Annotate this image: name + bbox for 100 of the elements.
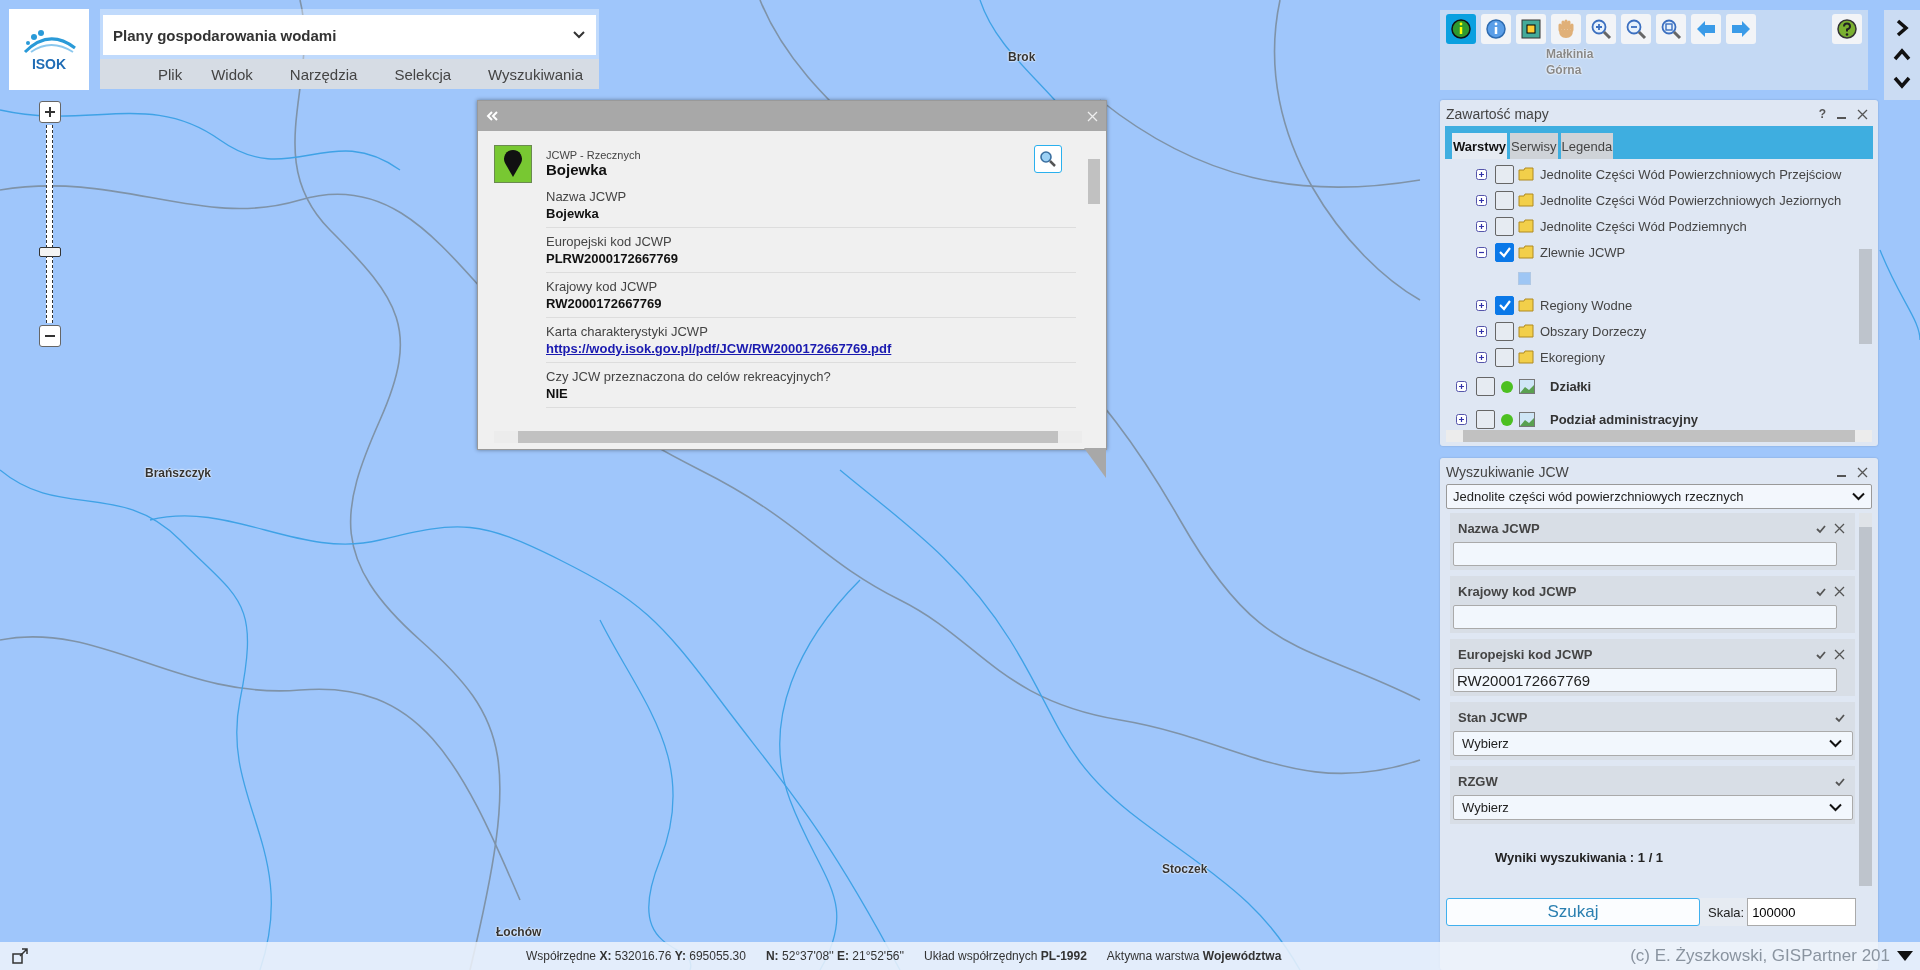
expand-icon[interactable]	[1476, 168, 1487, 180]
attribute-label: Czy JCW przeznaczona do celów rekreacyjnych?	[546, 369, 832, 384]
zoom-out-button[interactable]	[39, 325, 61, 347]
layer-checkbox[interactable]	[1476, 377, 1495, 396]
clear-icon[interactable]	[1834, 523, 1845, 534]
close-icon[interactable]	[1857, 466, 1868, 478]
layer-name[interactable]: Jednolite Części Wód Podziemnych	[1540, 218, 1747, 234]
popup-pointer	[1084, 448, 1106, 478]
folder-icon	[1518, 350, 1534, 364]
expand-icon[interactable]	[1476, 325, 1487, 337]
checkmark-icon	[1497, 298, 1512, 312]
help-button[interactable]	[1832, 14, 1862, 44]
layer-name[interactable]: Obszary Dorzeczy	[1540, 323, 1647, 339]
field-label: Krajowy kod JCWP	[1458, 584, 1577, 599]
search-input-field[interactable]	[1453, 605, 1837, 629]
zoom-in-tool-button[interactable]	[1586, 14, 1616, 44]
vertical-scrollbar[interactable]	[1859, 513, 1872, 886]
search-input-field[interactable]: RW2000172667769	[1453, 668, 1837, 692]
expand-icon[interactable]	[1456, 381, 1467, 392]
feature-title: Bojewka	[546, 161, 608, 178]
select-field[interactable]: Wybierz	[1453, 731, 1853, 756]
layer-name[interactable]: Zlewnie JCWP	[1540, 244, 1626, 260]
scale-input-field[interactable]: 100000	[1747, 898, 1857, 926]
attribute-label: Karta charakterystyki JCWP	[546, 324, 709, 339]
menu-item[interactable]: Wyszukiwania	[478, 65, 594, 83]
town-label: Brok	[1008, 50, 1036, 64]
expand-icon[interactable]	[1476, 220, 1487, 232]
back-tool-button[interactable]	[1691, 14, 1721, 44]
town-label: Stoczek	[1162, 862, 1208, 876]
select-tool-button[interactable]	[1516, 14, 1546, 44]
attribute-value: RW2000172667769	[546, 296, 663, 311]
expand-icon[interactable]	[1456, 414, 1467, 425]
expand-corner-icon[interactable]	[12, 948, 28, 964]
expand-icon[interactable]	[1476, 351, 1487, 363]
status-text: Współrzędne X: 532016.76 Y: 695055.30	[526, 949, 746, 963]
status-text: Układ współrzędnych PL-1992	[924, 949, 1087, 963]
layer-checkbox[interactable]	[1495, 347, 1514, 367]
checkmark-icon[interactable]	[1835, 712, 1845, 723]
clear-icon[interactable]	[1834, 586, 1845, 597]
layer-name[interactable]: Działki	[1550, 379, 1592, 394]
layer-checkbox[interactable]	[1495, 242, 1514, 262]
field-label: RZGW	[1458, 774, 1498, 789]
attribute-value: NIE	[546, 386, 569, 401]
layer-checkbox[interactable]	[1495, 216, 1514, 236]
zoom-slider-handle[interactable]	[39, 247, 61, 257]
layer-checkbox[interactable]	[1495, 190, 1514, 210]
layer-name[interactable]: Podział administracyjny	[1550, 412, 1699, 427]
scale-label: Skala:	[1708, 904, 1745, 920]
horizontal-scrollbar[interactable]	[494, 431, 1082, 443]
collapse-icon[interactable]	[1476, 246, 1487, 258]
layer-name[interactable]: Ekoregiony	[1540, 349, 1606, 365]
checkmark-icon[interactable]	[1816, 649, 1826, 660]
status-text: N: 52°37'08'' E: 21°52'56''	[765, 949, 905, 963]
layer-checkbox[interactable]	[1495, 295, 1514, 315]
info-tool-button[interactable]	[1481, 14, 1511, 44]
zoom-slider-track[interactable]	[39, 125, 61, 323]
clear-icon[interactable]	[1834, 649, 1845, 660]
field-label: Europejski kod JCWP	[1458, 647, 1593, 662]
tab[interactable]: Serwisy	[1510, 133, 1558, 159]
zoom-to-feature-button[interactable]	[1034, 145, 1062, 173]
document-link[interactable]: https://wody.isok.gov.pl/pdf/JCW/RW2000172667769.pdf	[546, 341, 1076, 356]
menu-item[interactable]: Selekcja	[384, 65, 463, 83]
zoom-in-button[interactable]	[39, 101, 61, 123]
close-icon[interactable]	[1857, 108, 1868, 120]
zoom-out-tool-button[interactable]	[1621, 14, 1651, 44]
triangle-down-icon[interactable]	[1896, 950, 1914, 962]
select-field[interactable]: Wybierz	[1453, 795, 1853, 820]
menu-item[interactable]: Widok	[201, 65, 264, 83]
chevron-down-icon	[1829, 803, 1842, 812]
layer-name[interactable]: Jednolite Części Wód Powierzchniowych Przejściow	[1540, 166, 1842, 182]
tab[interactable]: Legenda	[1560, 133, 1614, 159]
identify-tool-button[interactable]	[1446, 14, 1476, 44]
checkmark-icon[interactable]	[1816, 523, 1826, 534]
expand-icon[interactable]	[1476, 299, 1487, 311]
checkmark-icon[interactable]	[1835, 776, 1845, 787]
search-type-dropdown[interactable]: Jednolite części wód powierzchniowych rzecznych	[1446, 484, 1872, 509]
layer-checkbox[interactable]	[1495, 321, 1514, 341]
app-title-dropdown[interactable]: Plany gospodarowania wodami	[103, 15, 596, 55]
checkmark-icon[interactable]	[1816, 586, 1826, 597]
tab[interactable]: Warstwy	[1452, 133, 1507, 159]
horizontal-scrollbar[interactable]	[1446, 430, 1872, 442]
info-icon	[1450, 18, 1472, 40]
magnifier-icon	[1039, 150, 1057, 168]
forward-tool-button[interactable]	[1726, 14, 1756, 44]
zoom-extent-tool-button[interactable]	[1656, 14, 1686, 44]
menu-item[interactable]: Plik	[148, 65, 194, 83]
layer-name[interactable]: Jednolite Części Wód Powierzchniowych Jeziornych	[1540, 192, 1842, 208]
menu-item[interactable]: Narzędzia	[279, 65, 369, 83]
search-button[interactable]: Szukaj	[1446, 898, 1700, 926]
folder-icon	[1518, 193, 1534, 207]
expand-icon[interactable]	[1476, 194, 1487, 206]
search-results-count: Wyniki wyszukiwania : 1 / 1	[1495, 850, 1665, 865]
layer-checkbox[interactable]	[1476, 410, 1495, 429]
folder-icon	[1518, 298, 1534, 312]
search-input-field[interactable]	[1453, 542, 1837, 566]
layer-checkbox[interactable]	[1495, 164, 1514, 184]
folder-icon	[1518, 167, 1534, 181]
help-link[interactable]: ?	[1818, 107, 1826, 121]
layer-name[interactable]: Regiony Wodne	[1540, 297, 1633, 313]
layer-name: JCWP - Rzecznych	[546, 149, 642, 161]
